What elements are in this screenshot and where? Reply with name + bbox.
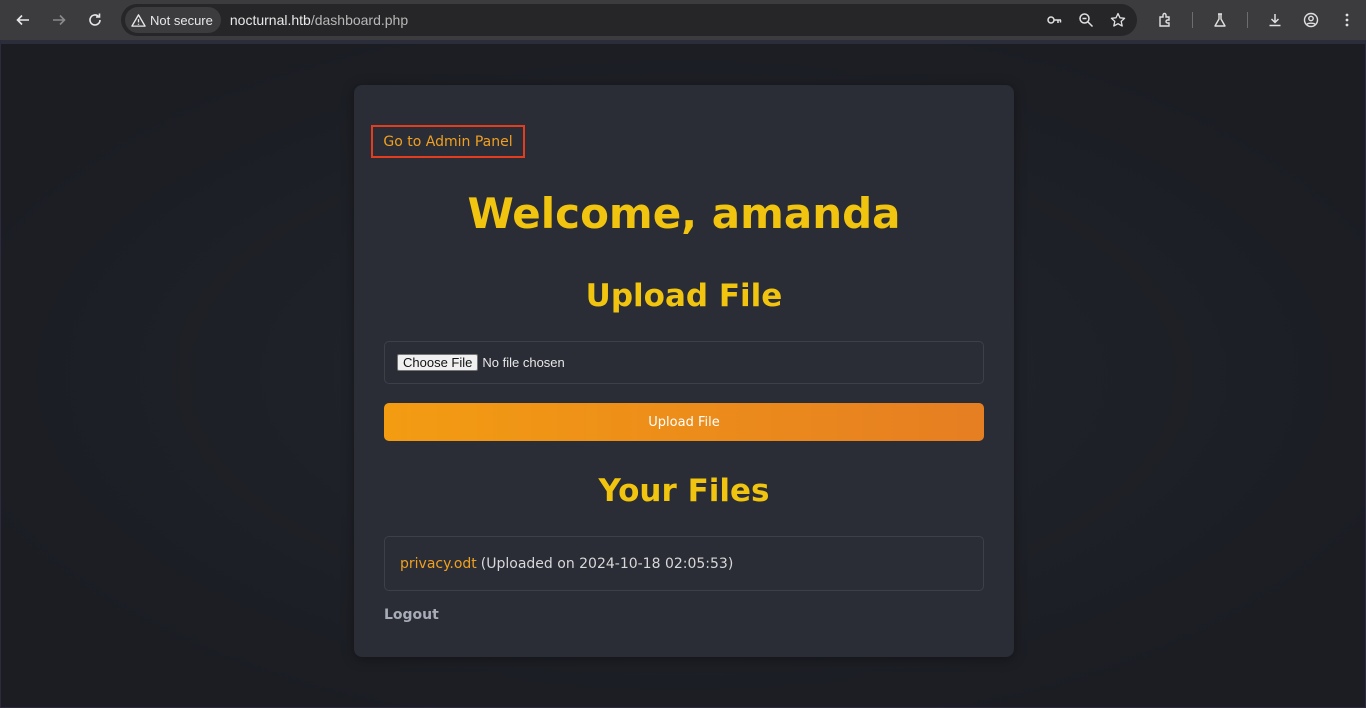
reload-button[interactable] <box>77 0 113 40</box>
file-upload-date: (Uploaded on 2024-10-18 02:05:53) <box>480 555 734 572</box>
zoom-icon[interactable] <box>1077 11 1095 29</box>
profile-icon[interactable] <box>1302 11 1320 29</box>
menu-icon[interactable] <box>1338 11 1356 29</box>
back-icon <box>16 14 29 26</box>
reload-icon <box>89 13 101 26</box>
warning-icon <box>131 13 146 27</box>
url-text[interactable]: nocturnal.htb/dashboard.php <box>230 12 408 28</box>
welcome-heading: Welcome, amanda <box>467 189 901 238</box>
browser-toolbar: Not secure nocturnal.htb/dashboard.php <box>0 0 1366 40</box>
dashboard-card: Go to Admin Panel Welcome, amanda Upload… <box>354 85 1014 657</box>
download-icon[interactable] <box>1266 11 1284 29</box>
labs-icon[interactable] <box>1211 11 1229 29</box>
toolbar-divider <box>1247 12 1248 28</box>
logout-link[interactable]: Logout <box>384 607 439 623</box>
url-path: /dashboard.php <box>310 12 409 28</box>
url-host: nocturnal.htb <box>229 12 311 28</box>
extensions-icon[interactable] <box>1156 11 1174 29</box>
star-icon[interactable] <box>1109 11 1127 29</box>
file-list-item: privacy.odt (Uploaded on 2024-10-18 02:0… <box>384 536 984 591</box>
back-button[interactable] <box>5 0 41 40</box>
file-link[interactable]: privacy.odt <box>400 556 477 572</box>
file-input[interactable]: Choose File No file chosen <box>384 341 984 384</box>
page-viewport: Go to Admin Panel Welcome, amanda Upload… <box>0 40 1366 708</box>
forward-button[interactable] <box>41 0 77 40</box>
security-indicator[interactable]: Not secure <box>125 7 221 33</box>
forward-icon <box>53 14 66 26</box>
choose-file-button[interactable]: Choose File <box>397 354 479 371</box>
key-icon[interactable] <box>1045 11 1063 29</box>
upload-button[interactable]: Upload File <box>384 403 984 441</box>
toolbar-divider <box>1192 12 1193 28</box>
security-label: Not secure <box>150 12 213 28</box>
files-heading: Your Files <box>598 473 770 509</box>
file-status: No file chosen <box>482 355 565 370</box>
address-bar[interactable]: Not secure nocturnal.htb/dashboard.php <box>121 4 1137 36</box>
upload-heading: Upload File <box>585 278 783 314</box>
admin-panel-link[interactable]: Go to Admin Panel <box>371 125 525 158</box>
